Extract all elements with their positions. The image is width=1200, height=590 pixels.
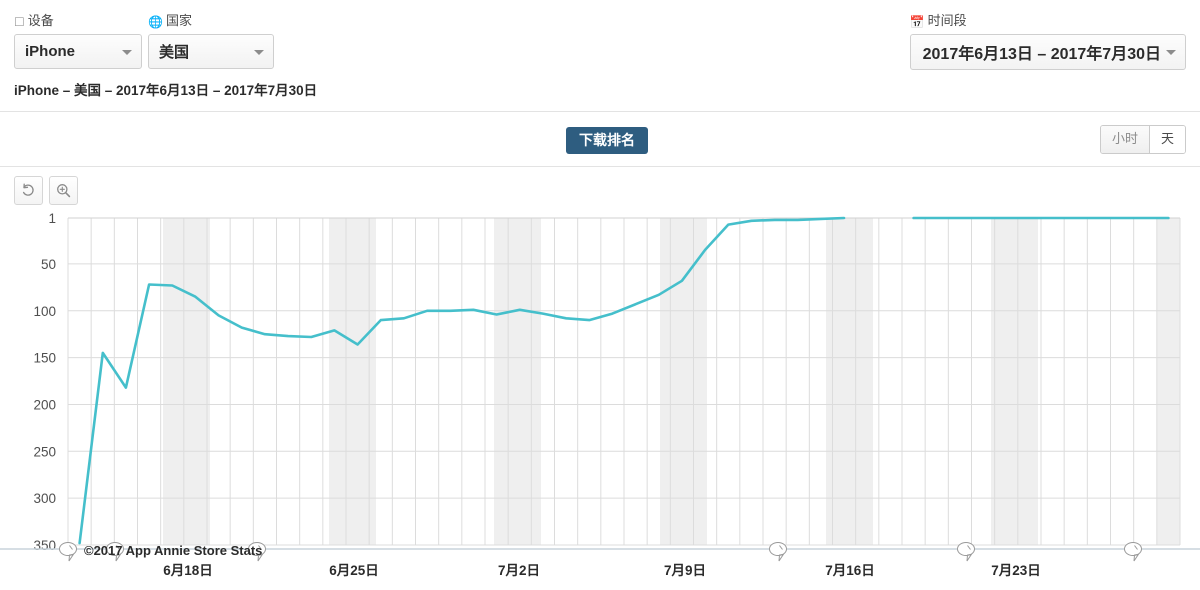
country-label-text: 国家 xyxy=(166,13,192,28)
granularity-toggle: 小时 天 xyxy=(1100,125,1186,154)
calendar-icon: 📅 xyxy=(910,15,925,29)
x-axis-tick-label: 6月25日 xyxy=(329,563,379,578)
weekend-band xyxy=(826,218,873,545)
filter-bar: ☐设备 iPhone 🌐国家 美国 📅时间段 2017年6月13日 – 2017… xyxy=(0,0,1200,111)
y-axis-tick-label: 300 xyxy=(33,491,56,506)
y-axis-tick-label: 250 xyxy=(33,444,56,459)
chevron-down-icon xyxy=(122,50,132,55)
weekend-band xyxy=(1157,218,1180,545)
reset-zoom-button[interactable] xyxy=(14,176,43,205)
weekend-band xyxy=(163,218,210,545)
globe-icon: 🌐 xyxy=(148,15,163,29)
date-range-value: 2017年6月13日 – 2017年7月30日 xyxy=(923,40,1161,64)
country-select-value: 美国 xyxy=(159,41,189,62)
reset-arrow-icon xyxy=(20,182,37,199)
date-range-label-text: 时间段 xyxy=(928,13,967,28)
x-axis-tick-label: 7月16日 xyxy=(825,563,875,578)
y-axis-tick-label: 350 xyxy=(33,538,56,553)
y-axis-tick-label: 1 xyxy=(48,211,56,226)
zoom-in-button[interactable] xyxy=(49,176,78,205)
x-axis-tick-label: 7月2日 xyxy=(498,563,540,578)
x-axis-tick-label: 7月9日 xyxy=(664,563,706,578)
country-filter-group: 🌐国家 美国 xyxy=(148,14,274,69)
date-range-filter-group: 📅时间段 2017年6月13日 – 2017年7月30日 xyxy=(910,14,1186,70)
marker-bubble-icon xyxy=(770,543,787,562)
magnifier-plus-icon xyxy=(55,182,72,199)
annotation-marker[interactable] xyxy=(1125,543,1142,562)
device-select-value: iPhone xyxy=(25,43,75,60)
device-select[interactable]: iPhone xyxy=(14,34,142,69)
country-filter-label: 🌐国家 xyxy=(148,14,274,29)
copyright-credit: ©2017 App Annie Store Stats xyxy=(84,543,262,558)
device-filter-label: ☐设备 xyxy=(14,14,142,29)
weekend-band xyxy=(660,218,707,545)
device-filter-group: ☐设备 iPhone xyxy=(14,14,142,69)
annotation-marker[interactable] xyxy=(958,543,975,562)
marker-bubble-icon xyxy=(60,543,77,562)
chevron-down-icon xyxy=(254,50,264,55)
country-select[interactable]: 美国 xyxy=(148,34,274,69)
x-axis-tick-label: 6月18日 xyxy=(163,563,213,578)
rank-chart[interactable]: 150100150200250300350 6月18日6月25日7月2日7月9日… xyxy=(0,205,1200,590)
selection-summary: iPhone – 美国 – 2017年6月13日 – 2017年7月30日 xyxy=(14,79,317,99)
chevron-down-icon xyxy=(1166,50,1176,55)
y-axis-tick-label: 150 xyxy=(33,351,56,366)
divider-bottom xyxy=(0,166,1200,167)
x-axis-ticks: 6月18日 6月25日 7月2日 7月9日 7月16日 7月23日 xyxy=(163,563,1041,578)
granularity-option-hour[interactable]: 小时 xyxy=(1101,126,1149,153)
date-range-filter-label: 📅时间段 xyxy=(910,14,1186,29)
y-axis-tick-label: 100 xyxy=(33,304,56,319)
device-phone-icon: ☐ xyxy=(14,15,25,29)
marker-bubble-icon xyxy=(958,543,975,562)
chart-toolbar xyxy=(14,176,78,205)
weekend-band xyxy=(991,218,1038,545)
metric-tab-download-rank[interactable]: 下载排名 xyxy=(566,127,648,154)
device-label-text: 设备 xyxy=(28,13,54,28)
date-range-select[interactable]: 2017年6月13日 – 2017年7月30日 xyxy=(910,34,1186,70)
weekend-band xyxy=(494,218,541,545)
rank-chart-svg: 150100150200250300350 6月18日6月25日7月2日7月9日… xyxy=(0,205,1200,590)
weekend-bands xyxy=(163,218,1180,545)
y-axis-tick-label: 200 xyxy=(33,397,56,412)
y-axis-ticks: 150100150200250300350 xyxy=(33,211,56,553)
granularity-option-day[interactable]: 天 xyxy=(1149,126,1185,153)
x-axis-tick-label: 7月23日 xyxy=(991,563,1041,578)
marker-bubble-icon xyxy=(1125,543,1142,562)
annotation-marker[interactable] xyxy=(60,543,77,562)
annotation-marker[interactable] xyxy=(770,543,787,562)
y-axis-tick-label: 50 xyxy=(41,257,56,272)
